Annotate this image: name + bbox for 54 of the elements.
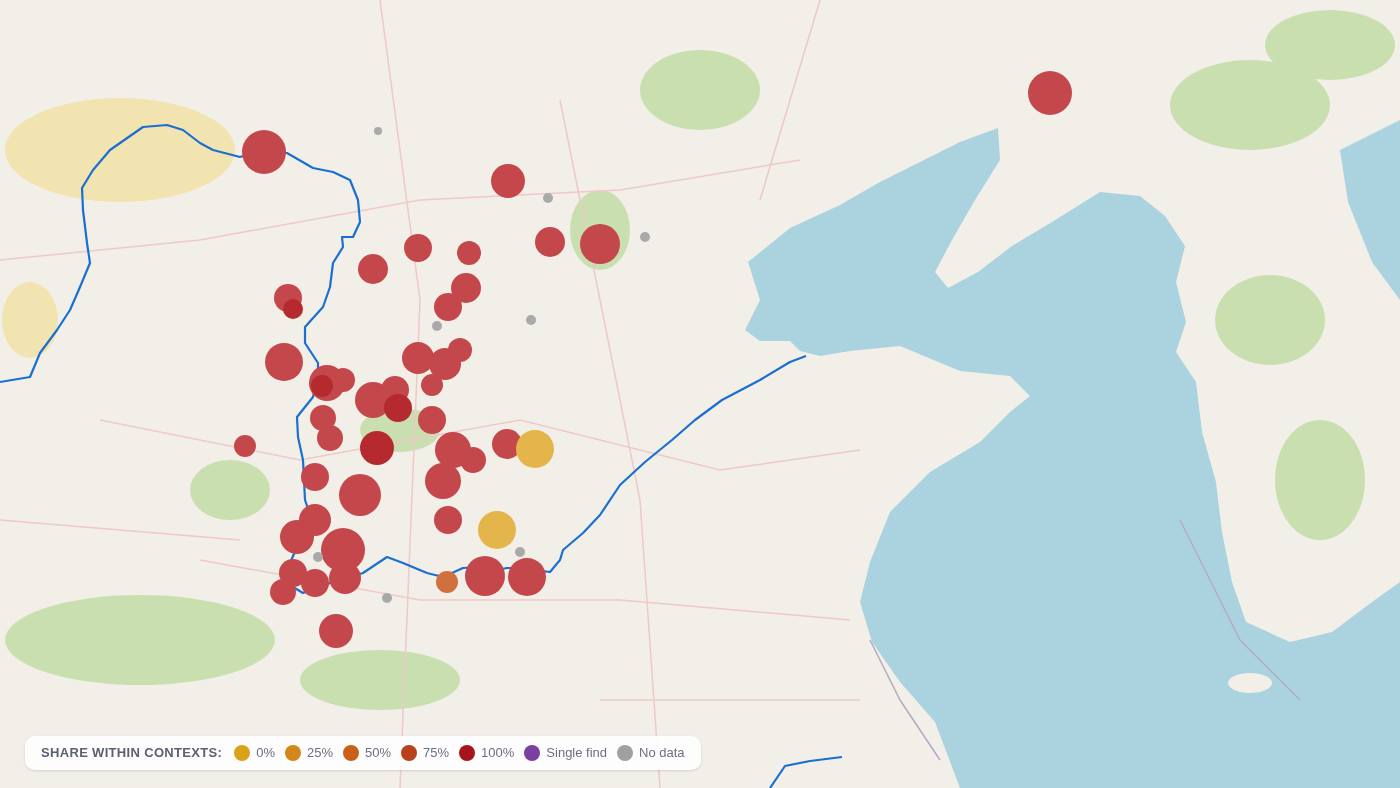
legend-label: No data [639, 744, 685, 763]
find-marker[interactable] [491, 164, 525, 198]
find-marker[interactable] [436, 571, 458, 593]
find-marker[interactable] [508, 558, 546, 596]
find-marker[interactable] [311, 375, 333, 397]
find-marker[interactable] [418, 406, 446, 434]
legend-label: 0% [256, 744, 275, 763]
find-marker[interactable] [460, 447, 486, 473]
find-marker[interactable] [317, 425, 343, 451]
find-marker[interactable] [280, 520, 314, 554]
legend-label: 100% [481, 744, 515, 763]
find-marker[interactable] [478, 511, 516, 549]
find-marker[interactable] [242, 130, 286, 174]
find-marker[interactable] [339, 474, 381, 516]
find-marker[interactable] [402, 342, 434, 374]
find-marker[interactable] [382, 593, 392, 603]
find-marker[interactable] [526, 315, 536, 325]
find-marker[interactable] [374, 127, 382, 135]
legend-label: Single find [546, 744, 608, 763]
find-marker[interactable] [234, 435, 256, 457]
find-marker[interactable] [384, 394, 412, 422]
find-marker[interactable] [515, 547, 525, 557]
find-marker[interactable] [434, 293, 462, 321]
find-marker[interactable] [421, 374, 443, 396]
legend-label: 50% [365, 744, 392, 763]
find-marker[interactable] [640, 232, 650, 242]
find-marker[interactable] [358, 254, 388, 284]
find-marker[interactable] [580, 224, 620, 264]
find-marker[interactable] [492, 429, 522, 459]
island-shape [1228, 673, 1272, 693]
find-marker[interactable] [1028, 71, 1072, 115]
find-marker[interactable] [310, 405, 336, 431]
legend-label: 25% [307, 744, 334, 763]
find-marker[interactable] [319, 614, 353, 648]
find-marker[interactable] [301, 463, 329, 491]
find-marker[interactable] [265, 343, 303, 381]
find-marker[interactable] [535, 227, 565, 257]
find-marker[interactable] [283, 299, 303, 319]
legend-title: SHARE WITHIN CONTEXTS: [41, 744, 223, 763]
find-marker[interactable] [301, 569, 329, 597]
find-marker[interactable] [543, 193, 553, 203]
legend-label: 75% [423, 744, 450, 763]
find-marker[interactable] [465, 556, 505, 596]
find-marker[interactable] [425, 463, 461, 499]
find-marker[interactable] [360, 431, 394, 465]
find-marker[interactable] [448, 338, 472, 362]
find-marker[interactable] [404, 234, 432, 262]
find-marker[interactable] [270, 579, 296, 605]
find-marker[interactable] [516, 430, 554, 468]
find-marker[interactable] [432, 321, 442, 331]
find-marker[interactable] [457, 241, 481, 265]
find-marker[interactable] [434, 506, 462, 534]
find-marker[interactable] [451, 273, 481, 303]
find-marker[interactable] [313, 552, 323, 562]
